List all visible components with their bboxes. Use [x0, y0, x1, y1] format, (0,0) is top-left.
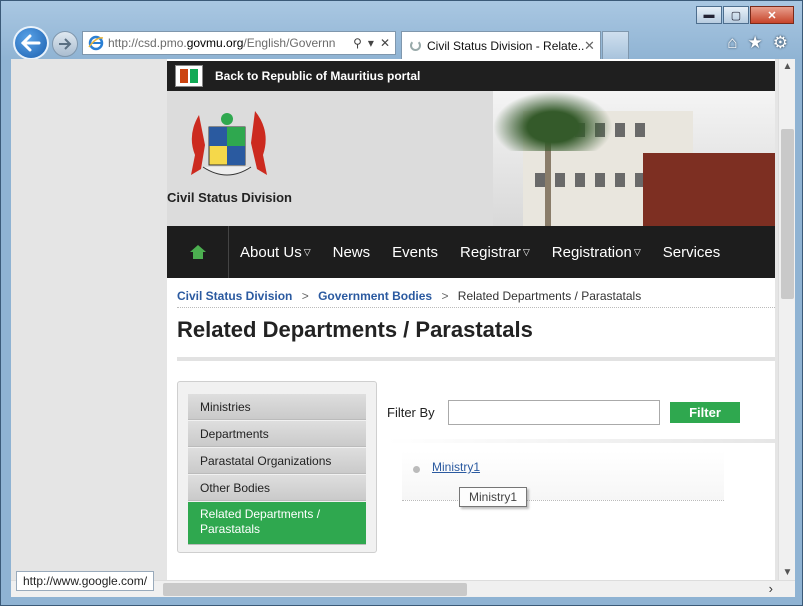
portal-link[interactable]: Back to Republic of Mauritius portal: [215, 69, 420, 83]
favorites-star-icon[interactable]: ★: [748, 33, 763, 53]
url-text: http://csd.pmo.govmu.org/English/Governn: [108, 36, 353, 50]
filter-button[interactable]: Filter: [670, 402, 740, 423]
scroll-up-icon[interactable]: ▲: [779, 61, 795, 72]
breadcrumb-link-government-bodies[interactable]: Government Bodies: [318, 289, 432, 303]
filter-label: Filter By: [387, 405, 435, 420]
nav-home-button[interactable]: [167, 226, 229, 278]
browser-window: ▬ ▢ ✕ http://csd.pmo.govmu.org/English/G…: [0, 0, 803, 606]
nav-label: Registrar: [460, 243, 521, 261]
palm-leaves: [493, 91, 613, 151]
new-tab-button[interactable]: [602, 31, 629, 59]
home-icon: [189, 245, 206, 259]
browser-right-tools: ⌂ ★ ⚙: [727, 33, 788, 53]
nav-item-events[interactable]: Events: [381, 244, 449, 261]
window-controls: ▬ ▢ ✕: [695, 6, 794, 24]
tab-active[interactable]: Civil Status Division - Relate... ✕: [401, 31, 601, 59]
dropdown-icon[interactable]: ▾: [368, 36, 374, 50]
tab-title: Civil Status Division - Relate...: [427, 38, 584, 53]
window-pane: [555, 173, 565, 187]
bullet-icon: [413, 466, 420, 473]
tooltip: Ministry1: [459, 487, 527, 507]
address-tools: ⚲ ▾ ✕: [353, 36, 395, 50]
vertical-scrollbar[interactable]: ▲ ▼: [778, 59, 795, 580]
sidebar-item-ministries[interactable]: Ministries: [188, 394, 366, 420]
breadcrumb-current: Related Departments / Parastatals: [457, 289, 642, 303]
settings-gear-icon[interactable]: ⚙: [773, 33, 788, 53]
sidebar-menu: Ministries Departments Parastatal Organi…: [177, 381, 377, 553]
content-viewport: Back to Republic of Mauritius portal Civ…: [11, 59, 795, 597]
ie-icon: [88, 35, 104, 51]
url-path: /English/Governn: [243, 36, 336, 50]
status-bar-url: http://www.google.com/: [16, 571, 155, 591]
back-button[interactable]: [13, 26, 49, 60]
nav-label: Registration: [551, 243, 632, 261]
loading-icon: [410, 40, 421, 51]
scroll-thumb[interactable]: [781, 129, 794, 299]
sidebar-item-related-departments[interactable]: Related Departments / Parastatals: [188, 502, 366, 545]
ministry-link[interactable]: Ministry1: [432, 460, 480, 474]
nav-item-about-us[interactable]: About Us ▽: [229, 244, 322, 261]
window-pane: [535, 173, 545, 187]
nav-label: Services: [662, 243, 721, 261]
site-name[interactable]: Civil Status Division: [167, 190, 292, 205]
close-window-button[interactable]: ✕: [750, 6, 794, 24]
search-icon[interactable]: ⚲: [353, 36, 362, 50]
window-pane: [615, 173, 625, 187]
site-header: Civil Status Division: [167, 91, 775, 226]
nav-label: About Us: [240, 243, 302, 261]
nav-label: Events: [392, 243, 438, 261]
window-pane: [635, 123, 645, 137]
forward-button[interactable]: [52, 31, 78, 57]
scroll-right-icon[interactable]: ›: [769, 581, 773, 596]
chevron-down-icon: ▽: [633, 246, 641, 257]
url-domain: govmu.org: [186, 36, 244, 50]
chevron-down-icon: ▽: [303, 246, 311, 257]
breadcrumb-separator: >: [301, 289, 309, 303]
title-divider: [177, 357, 775, 361]
coat-of-arms-logo: [191, 111, 267, 176]
mauritius-crest-icon: [175, 65, 203, 87]
nav-item-services[interactable]: Services: [652, 244, 732, 261]
page-title: Related Departments / Parastatals: [177, 317, 533, 342]
sidebar-item-other-bodies[interactable]: Other Bodies: [188, 475, 366, 501]
main-nav: About Us ▽ News Events Registrar ▽ Registr…: [167, 226, 775, 278]
filter-divider: [387, 439, 775, 443]
nav-item-registration[interactable]: Registration ▽: [541, 244, 652, 261]
nav-label: News: [332, 243, 371, 261]
url-prefix: http://csd.pmo.: [108, 36, 187, 50]
home-icon[interactable]: ⌂: [727, 33, 737, 53]
window-pane: [615, 123, 625, 137]
divider: [177, 307, 775, 308]
list-item: Ministry1: [402, 451, 724, 501]
nav-item-news[interactable]: News: [322, 244, 382, 261]
breadcrumb-separator: >: [441, 289, 449, 303]
filter-input[interactable]: [448, 400, 660, 425]
maximize-button[interactable]: ▢: [723, 6, 749, 24]
tab-close-icon[interactable]: ✕: [584, 38, 600, 54]
sidebar-item-parastatal-organizations[interactable]: Parastatal Organizations: [188, 448, 366, 474]
sidebar-item-departments[interactable]: Departments: [188, 421, 366, 447]
minimize-button[interactable]: ▬: [696, 6, 722, 24]
window-pane: [575, 173, 585, 187]
building-roof: [643, 153, 775, 226]
chevron-down-icon: ▽: [522, 246, 530, 257]
browser-toolbar: http://csd.pmo.govmu.org/English/Governn…: [1, 25, 802, 60]
web-page: Back to Republic of Mauritius portal Civ…: [167, 59, 775, 580]
forward-arrow-icon: [59, 38, 72, 50]
nav-item-registrar[interactable]: Registrar ▽: [449, 244, 541, 261]
back-arrow-icon: [21, 34, 41, 52]
breadcrumb-link-home[interactable]: Civil Status Division: [177, 289, 292, 303]
stop-icon[interactable]: ✕: [380, 36, 390, 50]
address-bar[interactable]: http://csd.pmo.govmu.org/English/Governn…: [82, 31, 396, 55]
header-photo: [493, 91, 775, 226]
breadcrumb: Civil Status Division > Government Bodie…: [177, 289, 641, 303]
scroll-thumb[interactable]: [163, 583, 467, 596]
portal-topbar[interactable]: Back to Republic of Mauritius portal: [167, 61, 775, 91]
window-pane: [595, 173, 605, 187]
scroll-down-icon[interactable]: ▼: [779, 567, 795, 578]
